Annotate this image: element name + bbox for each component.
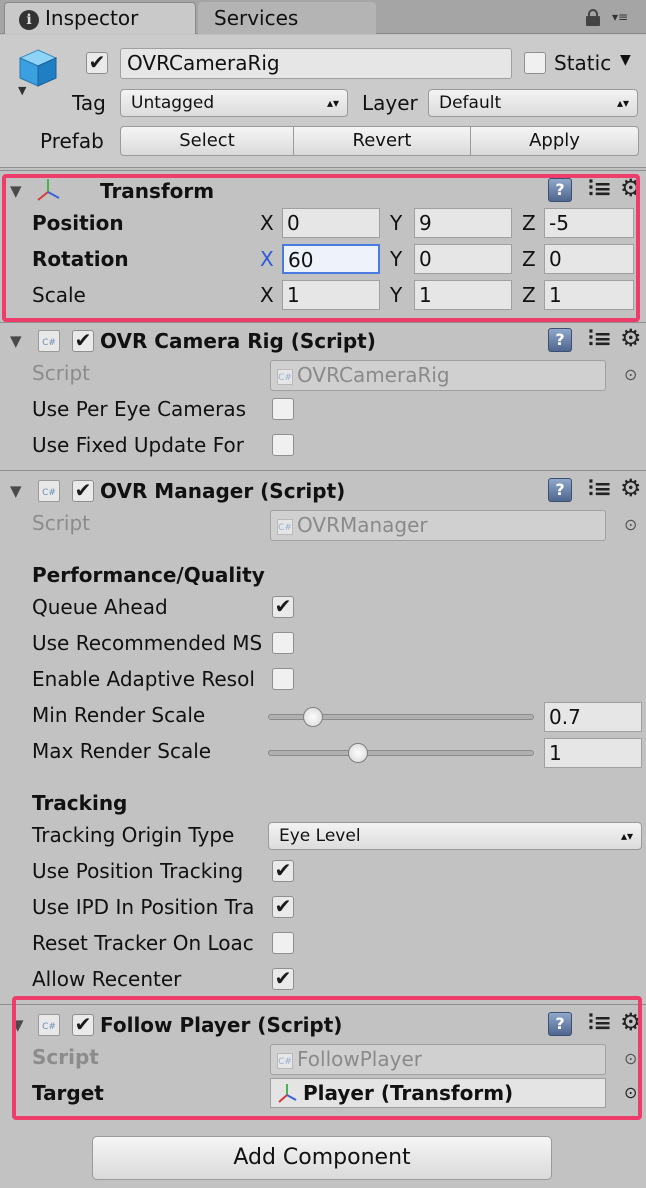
per-eye-checkbox[interactable] <box>272 398 294 420</box>
ipd-checkbox[interactable]: ✔ <box>272 896 294 918</box>
prefab-select-button[interactable]: Select <box>120 126 294 156</box>
manager-foldout-arrow[interactable]: ▼ <box>10 476 22 506</box>
tab-services[interactable]: Services <box>198 2 376 34</box>
gear-icon[interactable]: ⚙ <box>620 326 642 350</box>
queue-ahead-checkbox[interactable]: ✔ <box>272 596 294 618</box>
help-icon[interactable]: ? <box>548 328 572 352</box>
tag-label: Tag <box>72 91 106 115</box>
tag-value: Untagged <box>131 93 215 113</box>
static-dropdown-arrow[interactable]: ▼ <box>620 52 631 68</box>
min-render-scale-field[interactable]: 0.7 <box>544 702 642 732</box>
tab-services-label: Services <box>214 6 299 30</box>
min-render-scale-slider-knob[interactable] <box>303 707 324 727</box>
check-icon: ✔ <box>274 966 292 990</box>
tab-inspector[interactable]: i Inspector <box>4 2 196 34</box>
tag-dropdown[interactable]: Untagged ▴▾ <box>120 89 348 117</box>
active-checkbox[interactable]: ✔ <box>86 52 108 74</box>
prefab-apply-button[interactable]: Apply <box>470 126 639 156</box>
csharp-script-icon: C# <box>38 330 60 352</box>
adaptive-resolution-checkbox[interactable] <box>272 668 294 690</box>
updown-arrow-icon: ▴▾ <box>616 96 629 110</box>
max-render-scale-slider[interactable] <box>268 750 534 756</box>
adaptive-resolution-label: Enable Adaptive Resol <box>32 667 255 691</box>
static-checkbox[interactable] <box>524 52 546 74</box>
tab-inspector-label: Inspector <box>45 6 139 30</box>
max-render-scale-field[interactable]: 1 <box>544 738 642 768</box>
fixed-update-label: Use Fixed Update For <box>32 433 244 457</box>
ipd-label: Use IPD In Position Tra <box>32 895 255 919</box>
allow-recenter-checkbox[interactable]: ✔ <box>272 968 294 990</box>
per-eye-label: Use Per Eye Cameras <box>32 397 246 421</box>
performance-heading: Performance/Quality <box>32 563 265 587</box>
lock-icon[interactable] <box>586 9 600 26</box>
position-tracking-label: Use Position Tracking <box>32 859 244 883</box>
preset-settings-icon[interactable]: ⫶≡ <box>588 478 612 502</box>
icon-dropdown-arrow[interactable]: ▼ <box>18 84 26 97</box>
tracking-heading: Tracking <box>32 791 128 815</box>
static-label: Static <box>554 51 612 75</box>
follow-player-highlight-box <box>12 996 642 1120</box>
check-icon: ✔ <box>74 478 92 502</box>
camera-rig-script-field: C# OVRCameraRig <box>270 360 606 391</box>
manager-script-value: OVRManager <box>297 513 428 537</box>
manager-script-label: Script <box>32 511 91 535</box>
manager-title: OVR Manager (Script) <box>100 479 346 503</box>
max-render-scale-label: Max Render Scale <box>32 739 212 763</box>
check-icon: ✔ <box>88 50 106 74</box>
tab-menu-icon[interactable]: ▾≡ <box>612 10 628 24</box>
csharp-script-icon: C# <box>38 480 60 502</box>
use-recommended-label: Use Recommended MS <box>32 631 263 655</box>
separator <box>0 470 646 471</box>
check-icon: ✔ <box>274 858 292 882</box>
object-picker-icon[interactable]: ⊙ <box>624 510 637 540</box>
info-icon: i <box>19 9 39 30</box>
check-icon: ✔ <box>274 594 292 618</box>
help-icon[interactable]: ? <box>548 478 572 502</box>
name-field[interactable]: OVRCameraRig <box>120 48 512 79</box>
transform-highlight-box <box>2 174 640 322</box>
layer-label: Layer <box>362 91 418 115</box>
layer-dropdown[interactable]: Default ▴▾ <box>428 89 638 117</box>
add-component-button[interactable]: Add Component <box>92 1136 552 1180</box>
allow-recenter-label: Allow Recenter <box>32 967 182 991</box>
csharp-script-icon: C# <box>277 368 293 385</box>
check-icon: ✔ <box>74 328 92 352</box>
fixed-update-checkbox[interactable] <box>272 434 294 456</box>
camera-rig-script-label: Script <box>32 361 91 385</box>
check-icon: ✔ <box>274 894 292 918</box>
tracking-origin-label: Tracking Origin Type <box>32 823 235 847</box>
camera-rig-script-value: OVRCameraRig <box>297 363 450 387</box>
max-render-scale-slider-knob[interactable] <box>348 743 369 763</box>
min-render-scale-label: Min Render Scale <box>32 703 206 727</box>
gear-icon[interactable]: ⚙ <box>620 476 642 500</box>
manager-script-field: C# OVRManager <box>270 510 606 541</box>
updown-arrow-icon: ▴▾ <box>620 829 633 843</box>
tracking-origin-value: Eye Level <box>279 826 361 846</box>
preset-settings-icon[interactable]: ⫶≡ <box>588 328 612 352</box>
queue-ahead-label: Queue Ahead <box>32 595 168 619</box>
reset-tracker-label: Reset Tracker On Loac <box>32 931 254 955</box>
prefab-revert-button[interactable]: Revert <box>293 126 471 156</box>
camera-rig-foldout-arrow[interactable]: ▼ <box>10 326 22 356</box>
camera-rig-enabled-checkbox[interactable]: ✔ <box>72 330 94 352</box>
object-picker-icon[interactable]: ⊙ <box>624 360 637 390</box>
position-tracking-checkbox[interactable]: ✔ <box>272 860 294 882</box>
use-recommended-checkbox[interactable] <box>272 632 294 654</box>
updown-arrow-icon: ▴▾ <box>326 96 339 110</box>
camera-rig-title: OVR Camera Rig (Script) <box>100 329 376 353</box>
tracking-origin-dropdown[interactable]: Eye Level ▴▾ <box>268 822 642 850</box>
separator <box>0 170 646 171</box>
manager-enabled-checkbox[interactable]: ✔ <box>72 480 94 502</box>
separator <box>0 322 646 323</box>
reset-tracker-checkbox[interactable] <box>272 932 294 954</box>
csharp-script-icon: C# <box>277 518 293 535</box>
prefab-label: Prefab <box>40 129 104 153</box>
layer-value: Default <box>439 93 502 113</box>
